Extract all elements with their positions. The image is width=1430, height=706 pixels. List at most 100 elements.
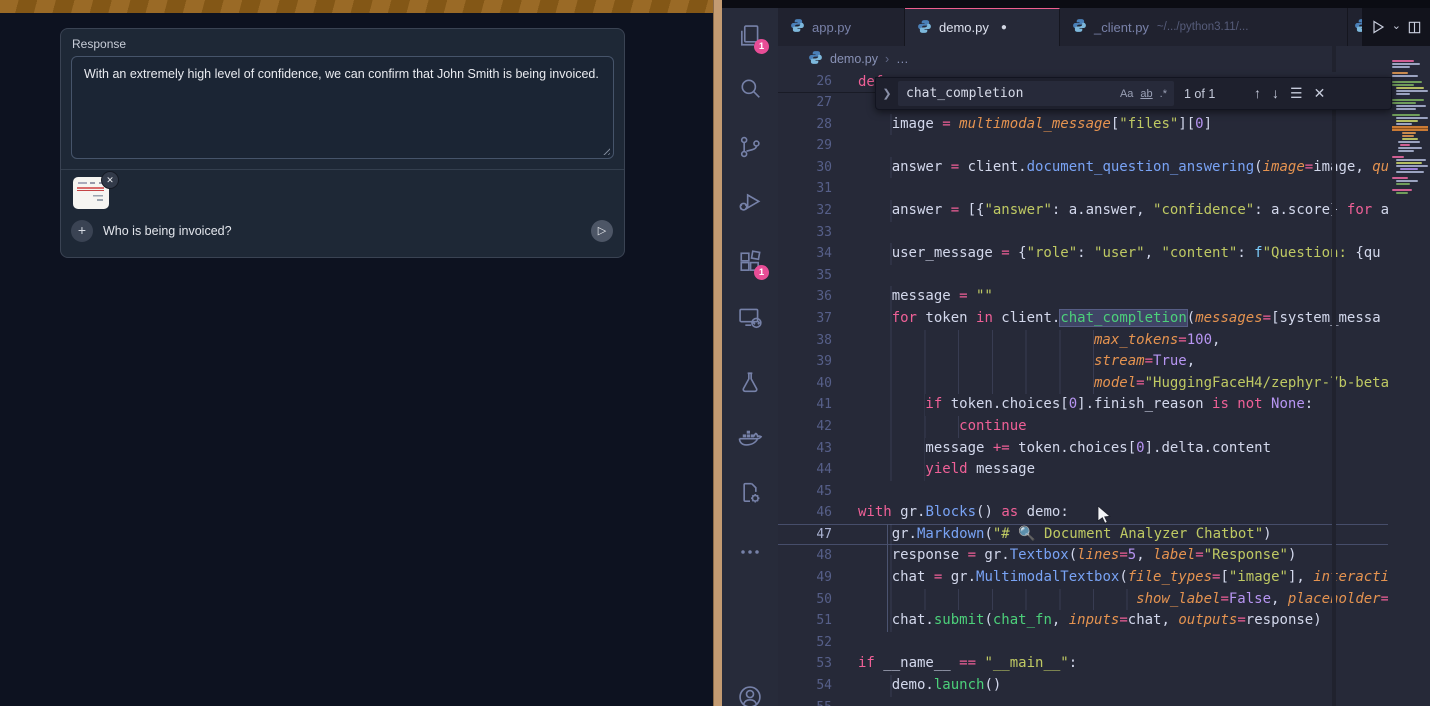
tab-label: _client.py bbox=[1094, 20, 1149, 35]
code-line-46[interactable]: 46with gr.Blocks() as demo: bbox=[778, 502, 1388, 524]
activity-more-icon[interactable] bbox=[736, 538, 764, 566]
code-line-29[interactable]: 29 bbox=[778, 135, 1388, 157]
code-line-31[interactable]: 31 bbox=[778, 178, 1388, 200]
line-number: 41 bbox=[778, 394, 832, 416]
minimap-line bbox=[1398, 147, 1422, 149]
resize-handle[interactable] bbox=[601, 146, 610, 155]
activity-source-control-icon[interactable] bbox=[736, 133, 764, 161]
minimap-line bbox=[1396, 123, 1412, 125]
code-line-32[interactable]: 32answer = [{"answer": a.answer, "confid… bbox=[778, 200, 1388, 222]
find-close-button[interactable]: ✕ bbox=[1314, 85, 1326, 102]
find-widget: ❯ chat_completion Aa ab .* 1 of 1 ↑ ↓ ☰ … bbox=[875, 77, 1392, 110]
tab-overflow-sliver[interactable] bbox=[1348, 8, 1362, 46]
activity-account-icon[interactable] bbox=[736, 683, 764, 706]
minimap-line bbox=[1396, 90, 1428, 92]
response-textarea[interactable]: With an extremely high level of confiden… bbox=[71, 56, 614, 159]
modified-dot-icon: ● bbox=[1001, 22, 1007, 33]
response-label: Response bbox=[72, 37, 126, 51]
code-line-33[interactable]: 33 bbox=[778, 222, 1388, 244]
line-number: 38 bbox=[778, 330, 832, 352]
find-in-selection-icon[interactable]: ☰ bbox=[1290, 85, 1303, 102]
code-line-51[interactable]: 51chat.submit(chat_fn, inputs=chat, outp… bbox=[778, 610, 1388, 632]
breadcrumb-file[interactable]: demo.py bbox=[830, 52, 878, 66]
vscode-window: 11 app.pydemo.py●_client.py~/.../python3… bbox=[722, 0, 1430, 706]
line-number: 50 bbox=[778, 589, 832, 611]
whole-word-icon[interactable]: ab bbox=[1140, 88, 1152, 100]
code-line-50[interactable]: 50show_label=False, placeholder= bbox=[778, 589, 1388, 611]
python-file-icon bbox=[917, 19, 932, 37]
code-line-47[interactable]: 47gr.Markdown("# 🔍 Document Analyzer Cha… bbox=[778, 524, 1388, 546]
minimap-line bbox=[1396, 93, 1410, 95]
line-text: chat = gr.MultimodalTextbox(file_types=[… bbox=[858, 567, 1388, 589]
tab-demo.py[interactable]: demo.py● bbox=[905, 8, 1060, 46]
code-line-40[interactable]: 40model="HuggingFaceH4/zephyr-7b-beta" bbox=[778, 373, 1388, 395]
minimap-line bbox=[1400, 144, 1410, 146]
minimap-line bbox=[1392, 189, 1412, 191]
code-line-44[interactable]: 44yield message bbox=[778, 459, 1388, 481]
line-number: 29 bbox=[778, 135, 832, 157]
line-text: gr.Markdown("# 🔍 Document Analyzer Chatb… bbox=[858, 524, 1388, 546]
breadcrumb-more[interactable]: … bbox=[896, 52, 909, 66]
find-next-button[interactable]: ↓ bbox=[1272, 85, 1279, 102]
match-case-icon[interactable]: Aa bbox=[1120, 88, 1133, 100]
line-text: if __name__ == "__main__": bbox=[858, 653, 1388, 675]
add-attachment-button[interactable]: + bbox=[71, 220, 93, 242]
minimap-line bbox=[1398, 141, 1420, 143]
line-number: 31 bbox=[778, 178, 832, 200]
code-line-39[interactable]: 39stream=True, bbox=[778, 351, 1388, 373]
code-line-42[interactable]: 42continue bbox=[778, 416, 1388, 438]
code-editor[interactable]: 26def 2728image = multimodal_message["fi… bbox=[778, 72, 1388, 706]
minimap-line bbox=[1392, 63, 1420, 65]
minimap-line bbox=[1392, 99, 1424, 101]
code-line-36[interactable]: 36message = "" bbox=[778, 286, 1388, 308]
run-python-file-button[interactable] bbox=[1370, 19, 1386, 35]
tab-app.py[interactable]: app.py bbox=[778, 8, 905, 46]
panel-divider bbox=[61, 169, 624, 170]
line-text: message += token.choices[0].delta.conten… bbox=[858, 438, 1388, 460]
code-line-49[interactable]: 49chat = gr.MultimodalTextbox(file_types… bbox=[778, 567, 1388, 589]
minimap-line bbox=[1396, 120, 1418, 122]
minimap-line bbox=[1392, 114, 1420, 116]
activity-search-icon[interactable] bbox=[736, 74, 764, 102]
minimap-line bbox=[1392, 72, 1408, 74]
activity-docker-icon[interactable] bbox=[736, 423, 764, 451]
remove-attachment-button[interactable]: ✕ bbox=[101, 171, 119, 189]
minimap-line bbox=[1392, 84, 1414, 86]
code-line-53[interactable]: 53if __name__ == "__main__": bbox=[778, 653, 1388, 675]
code-line-52[interactable]: 52 bbox=[778, 632, 1388, 654]
send-button[interactable]: ▷ bbox=[591, 220, 613, 242]
activity-files-icon[interactable]: 1 bbox=[736, 22, 764, 50]
activity-extensions-icon[interactable]: 1 bbox=[736, 248, 764, 276]
chat-message-input[interactable]: Who is being invoiced? bbox=[103, 224, 232, 238]
activity-remote-explorer-icon[interactable] bbox=[736, 303, 764, 331]
code-line-34[interactable]: 34user_message = {"role": "user", "conte… bbox=[778, 243, 1388, 265]
minimap[interactable] bbox=[1392, 0, 1430, 706]
regex-icon[interactable]: .* bbox=[1160, 88, 1167, 100]
code-line-54[interactable]: 54demo.launch() bbox=[778, 675, 1388, 697]
code-line-45[interactable]: 45 bbox=[778, 481, 1388, 503]
activity-file-settings-icon[interactable] bbox=[736, 479, 764, 507]
toggle-replace-chevron-icon[interactable]: ❯ bbox=[876, 87, 898, 100]
code-line-55[interactable]: 55 bbox=[778, 697, 1388, 706]
find-previous-button[interactable]: ↑ bbox=[1254, 85, 1261, 102]
activity-testing-icon[interactable] bbox=[736, 368, 764, 396]
code-line-38[interactable]: 38max_tokens=100, bbox=[778, 330, 1388, 352]
minimap-line bbox=[1402, 135, 1414, 137]
find-query-text[interactable]: chat_completion bbox=[898, 86, 1120, 101]
minimap-content bbox=[1392, 60, 1428, 201]
tab-_client.py[interactable]: _client.py~/.../python3.11/... bbox=[1060, 8, 1348, 46]
line-text: stream=True, bbox=[858, 351, 1388, 373]
activity-run-debug-icon[interactable] bbox=[736, 188, 764, 216]
minimap-line bbox=[1396, 171, 1424, 173]
code-line-41[interactable]: 41if token.choices[0].finish_reason is n… bbox=[778, 394, 1388, 416]
line-number: 42 bbox=[778, 416, 832, 438]
minimap-line bbox=[1396, 162, 1422, 164]
code-line-43[interactable]: 43message += token.choices[0].delta.cont… bbox=[778, 438, 1388, 460]
code-line-35[interactable]: 35 bbox=[778, 265, 1388, 287]
code-line-30[interactable]: 30answer = client.document_question_answ… bbox=[778, 157, 1388, 179]
minimap-line bbox=[1396, 183, 1410, 185]
code-line-48[interactable]: 48response = gr.Textbox(lines=5, label="… bbox=[778, 545, 1388, 567]
find-input[interactable]: chat_completion Aa ab .* bbox=[898, 81, 1174, 106]
code-line-28[interactable]: 28image = multimodal_message["files"][0] bbox=[778, 114, 1388, 136]
code-line-37[interactable]: 37for token in client.chat_completion(me… bbox=[778, 308, 1388, 330]
